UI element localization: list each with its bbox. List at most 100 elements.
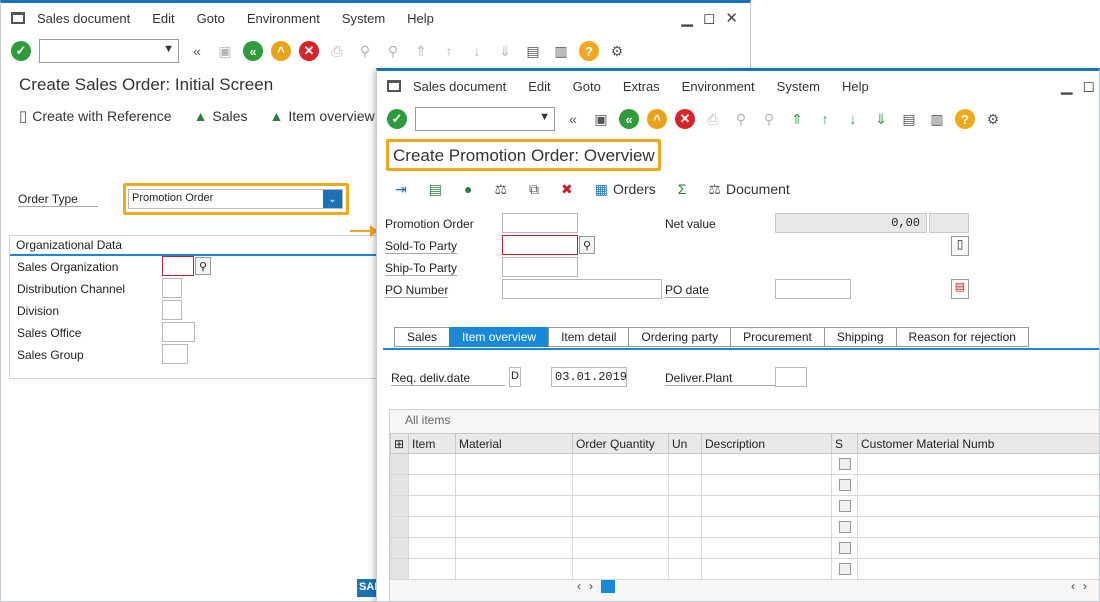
row-selector[interactable] <box>390 495 409 517</box>
scroll-right-icon[interactable]: › <box>589 579 593 593</box>
menu-help[interactable]: Help <box>407 11 434 26</box>
sum-button[interactable]: Σ <box>678 181 687 197</box>
table-cell[interactable] <box>668 495 702 517</box>
column-header[interactable]: Description <box>701 433 832 454</box>
menu-sales-document[interactable]: Sales document <box>37 11 130 26</box>
header-details-button[interactable]: ▤ <box>429 181 442 198</box>
notes-icon[interactable]: ▤ <box>951 279 969 299</box>
system-menu-icon[interactable] <box>11 12 25 24</box>
shortcut-icon[interactable]: ▥ <box>551 41 571 61</box>
division-field[interactable] <box>162 300 182 320</box>
table-row[interactable] <box>390 453 1099 475</box>
table-cell[interactable] <box>831 453 858 475</box>
status-checkbox[interactable] <box>838 521 851 533</box>
save-icon[interactable]: ▣ <box>591 109 611 129</box>
table-cell[interactable] <box>857 495 1099 517</box>
table-cell[interactable] <box>408 495 456 517</box>
sales-office-field[interactable] <box>162 322 195 342</box>
sold-to-party-field[interactable] <box>502 235 578 255</box>
status-checkbox[interactable] <box>838 542 851 554</box>
table-cell[interactable] <box>857 558 1099 580</box>
document-icon[interactable]: ▯ <box>951 236 969 256</box>
order-type-field[interactable]: Promotion Order ⌄ <box>128 189 343 209</box>
minimize-icon[interactable]: ▁ <box>681 9 693 27</box>
ship-to-party-label[interactable]: Ship-To Party <box>385 261 458 276</box>
find-next-icon[interactable]: ⚲ <box>383 41 403 61</box>
copy-document-button[interactable]: ⧉ <box>529 181 539 198</box>
tab-sales[interactable]: Sales <box>394 327 451 347</box>
table-cell[interactable] <box>572 495 669 517</box>
table-cell[interactable] <box>668 474 702 496</box>
last-page-icon[interactable]: ⇓ <box>495 41 515 61</box>
row-selector[interactable] <box>390 453 409 475</box>
sales-organization-field[interactable] <box>162 256 194 276</box>
maximize-icon[interactable]: ◻ <box>703 9 715 27</box>
table-cell[interactable] <box>455 453 573 475</box>
table-cell[interactable] <box>701 537 832 559</box>
maximize-icon[interactable]: ◻ <box>1083 77 1095 95</box>
sales-group-field[interactable] <box>162 344 188 364</box>
scroll-left-icon[interactable]: ‹ <box>1071 579 1075 593</box>
cancel-icon[interactable]: ✕ <box>299 41 319 61</box>
table-cell[interactable] <box>668 516 702 538</box>
menu-extras[interactable]: Extras <box>623 79 660 94</box>
table-row[interactable] <box>390 516 1099 538</box>
table-cell[interactable] <box>572 474 669 496</box>
command-field[interactable]: ▼ <box>39 39 179 63</box>
row-selector[interactable] <box>390 558 409 580</box>
table-row[interactable] <box>390 495 1099 517</box>
table-cell[interactable] <box>455 474 573 496</box>
column-header[interactable]: Item <box>408 433 456 454</box>
system-menu-icon[interactable] <box>387 80 401 92</box>
table-row[interactable] <box>390 558 1099 580</box>
po-number-label[interactable]: PO Number <box>385 283 449 298</box>
menu-goto[interactable]: Goto <box>573 79 601 94</box>
status-checkbox[interactable] <box>838 458 851 470</box>
table-cell[interactable] <box>572 558 669 580</box>
table-cell[interactable] <box>701 453 832 475</box>
create-session-icon[interactable]: ▤ <box>899 109 919 129</box>
enter-check-icon[interactable]: ✓ <box>11 41 31 61</box>
table-row[interactable] <box>390 474 1099 496</box>
prev-page-icon[interactable]: ↑ <box>439 41 459 61</box>
menu-system[interactable]: System <box>342 11 385 26</box>
first-page-icon[interactable]: ⇑ <box>787 109 807 129</box>
table-cell[interactable] <box>857 516 1099 538</box>
back-icon[interactable]: « <box>619 109 639 129</box>
table-cell[interactable] <box>668 537 702 559</box>
create-with-reference-button[interactable]: ▯ Create with Reference <box>19 107 172 125</box>
deliver-plant-field[interactable] <box>775 367 807 387</box>
table-cell[interactable] <box>831 537 858 559</box>
req-deliv-date-field[interactable]: 03.01.2019 <box>551 367 627 387</box>
print-icon[interactable]: ⎙ <box>703 109 723 129</box>
menu-environment[interactable]: Environment <box>682 79 755 94</box>
menu-help[interactable]: Help <box>842 79 869 94</box>
pricing-button[interactable]: ⚖ <box>494 181 507 198</box>
po-date-label[interactable]: PO date <box>665 283 710 298</box>
row-selector[interactable] <box>390 516 409 538</box>
orders-button[interactable]: ▦ Orders <box>595 181 656 198</box>
help-icon[interactable]: ? <box>955 109 975 129</box>
column-header[interactable]: Un <box>668 433 702 454</box>
cancel-icon[interactable]: ✕ <box>675 109 695 129</box>
exit-icon[interactable]: ^ <box>271 41 291 61</box>
help-icon[interactable]: ? <box>579 41 599 61</box>
row-selector[interactable] <box>390 474 409 496</box>
table-cell[interactable] <box>455 558 573 580</box>
last-page-icon[interactable]: ⇓ <box>871 109 891 129</box>
table-cell[interactable] <box>408 453 456 475</box>
table-cell[interactable] <box>831 558 858 580</box>
table-cell[interactable] <box>572 537 669 559</box>
document-button[interactable]: ⚖ Document <box>708 181 789 198</box>
prev-page-icon[interactable]: ↑ <box>815 109 835 129</box>
menu-edit[interactable]: Edit <box>528 79 550 94</box>
settings-icon[interactable]: ⚙ <box>607 41 627 61</box>
create-session-icon[interactable]: ▤ <box>523 41 543 61</box>
menu-system[interactable]: System <box>777 79 820 94</box>
table-cell[interactable] <box>701 495 832 517</box>
command-field[interactable]: ▼ <box>415 107 555 131</box>
exit-icon[interactable]: ^ <box>647 109 667 129</box>
table-cell[interactable] <box>455 537 573 559</box>
find-icon[interactable]: ⚲ <box>731 109 751 129</box>
table-cell[interactable] <box>831 516 858 538</box>
